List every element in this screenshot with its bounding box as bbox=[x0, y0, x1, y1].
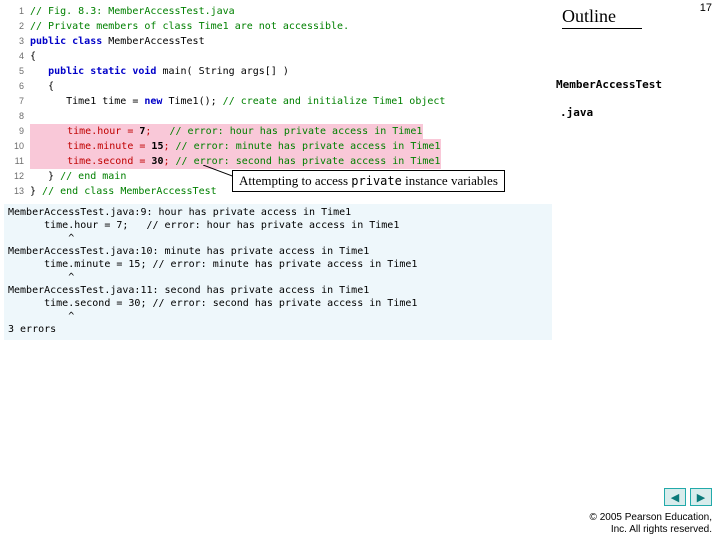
triangle-right-icon: ▶ bbox=[697, 491, 705, 504]
line-number: 13 bbox=[4, 184, 30, 199]
line-number: 5 bbox=[4, 64, 30, 79]
page-number: 17 bbox=[700, 2, 712, 14]
code-line: 3public class MemberAccessTest bbox=[4, 34, 550, 49]
copyright: © 2005 Pearson Education, Inc. All right… bbox=[590, 512, 712, 536]
code-content: Time1 time = new Time1(); // create and … bbox=[30, 94, 445, 109]
code-line: 1// Fig. 8.3: MemberAccessTest.java bbox=[4, 4, 550, 19]
code-line: 2// Private members of class Time1 are n… bbox=[4, 19, 550, 34]
code-line: 6 { bbox=[4, 79, 550, 94]
highlighted-code: time.second = 30; // error: second has p… bbox=[30, 154, 441, 169]
callout-text-before: Attempting to access bbox=[239, 173, 351, 188]
code-content: time.second = 30; // error: second has p… bbox=[30, 154, 441, 169]
triangle-left-icon: ◀ bbox=[671, 491, 679, 504]
code-line: 8 bbox=[4, 109, 550, 124]
code-line: 10 time.minute = 15; // error: minute ha… bbox=[4, 139, 550, 154]
sidebar-file-ext: .java bbox=[560, 106, 593, 119]
copyright-line1: © 2005 Pearson Education, bbox=[590, 512, 712, 524]
code-content: // Fig. 8.3: MemberAccessTest.java bbox=[30, 4, 235, 19]
code-content: public class MemberAccessTest bbox=[30, 34, 205, 49]
line-number: 4 bbox=[4, 49, 30, 64]
code-content: } // end main bbox=[30, 169, 126, 184]
code-line: 9 time.hour = 7; // error: hour has priv… bbox=[4, 124, 550, 139]
code-content: { bbox=[30, 79, 54, 94]
sidebar-class-name: MemberAccessTest bbox=[556, 78, 662, 91]
compiler-output: MemberAccessTest.java:9: hour has privat… bbox=[4, 204, 552, 340]
line-number: 8 bbox=[4, 109, 30, 124]
code-line: 7 Time1 time = new Time1(); // create an… bbox=[4, 94, 550, 109]
line-number: 11 bbox=[4, 154, 30, 169]
next-button[interactable]: ▶ bbox=[690, 488, 712, 506]
code-line: 11 time.second = 30; // error: second ha… bbox=[4, 154, 550, 169]
code-content: } // end class MemberAccessTest bbox=[30, 184, 217, 199]
prev-button[interactable]: ◀ bbox=[664, 488, 686, 506]
highlighted-code: time.minute = 15; // error: minute has p… bbox=[30, 139, 441, 154]
callout-box: Attempting to access private instance va… bbox=[232, 170, 505, 192]
code-line: 5 public static void main( String args[]… bbox=[4, 64, 550, 79]
copyright-line2: Inc. All rights reserved. bbox=[590, 524, 712, 536]
code-content: // Private members of class Time1 are no… bbox=[30, 19, 349, 34]
code-content: time.hour = 7; // error: hour has privat… bbox=[30, 124, 423, 139]
callout-keyword: private bbox=[351, 174, 402, 188]
nav-buttons: ◀ ▶ bbox=[664, 488, 712, 506]
line-number: 1 bbox=[4, 4, 30, 19]
line-number: 6 bbox=[4, 79, 30, 94]
line-number: 3 bbox=[4, 34, 30, 49]
line-number: 2 bbox=[4, 19, 30, 34]
code-content: { bbox=[30, 49, 36, 64]
line-number: 7 bbox=[4, 94, 30, 109]
code-line: 4{ bbox=[4, 49, 550, 64]
outline-heading: Outline bbox=[562, 6, 642, 29]
code-content: public static void main( String args[] ) bbox=[30, 64, 289, 79]
highlighted-code: time.hour = 7; // error: hour has privat… bbox=[30, 124, 423, 139]
line-number: 10 bbox=[4, 139, 30, 154]
line-number: 9 bbox=[4, 124, 30, 139]
code-content: time.minute = 15; // error: minute has p… bbox=[30, 139, 441, 154]
callout-text-after: instance variables bbox=[402, 173, 498, 188]
line-number: 12 bbox=[4, 169, 30, 184]
